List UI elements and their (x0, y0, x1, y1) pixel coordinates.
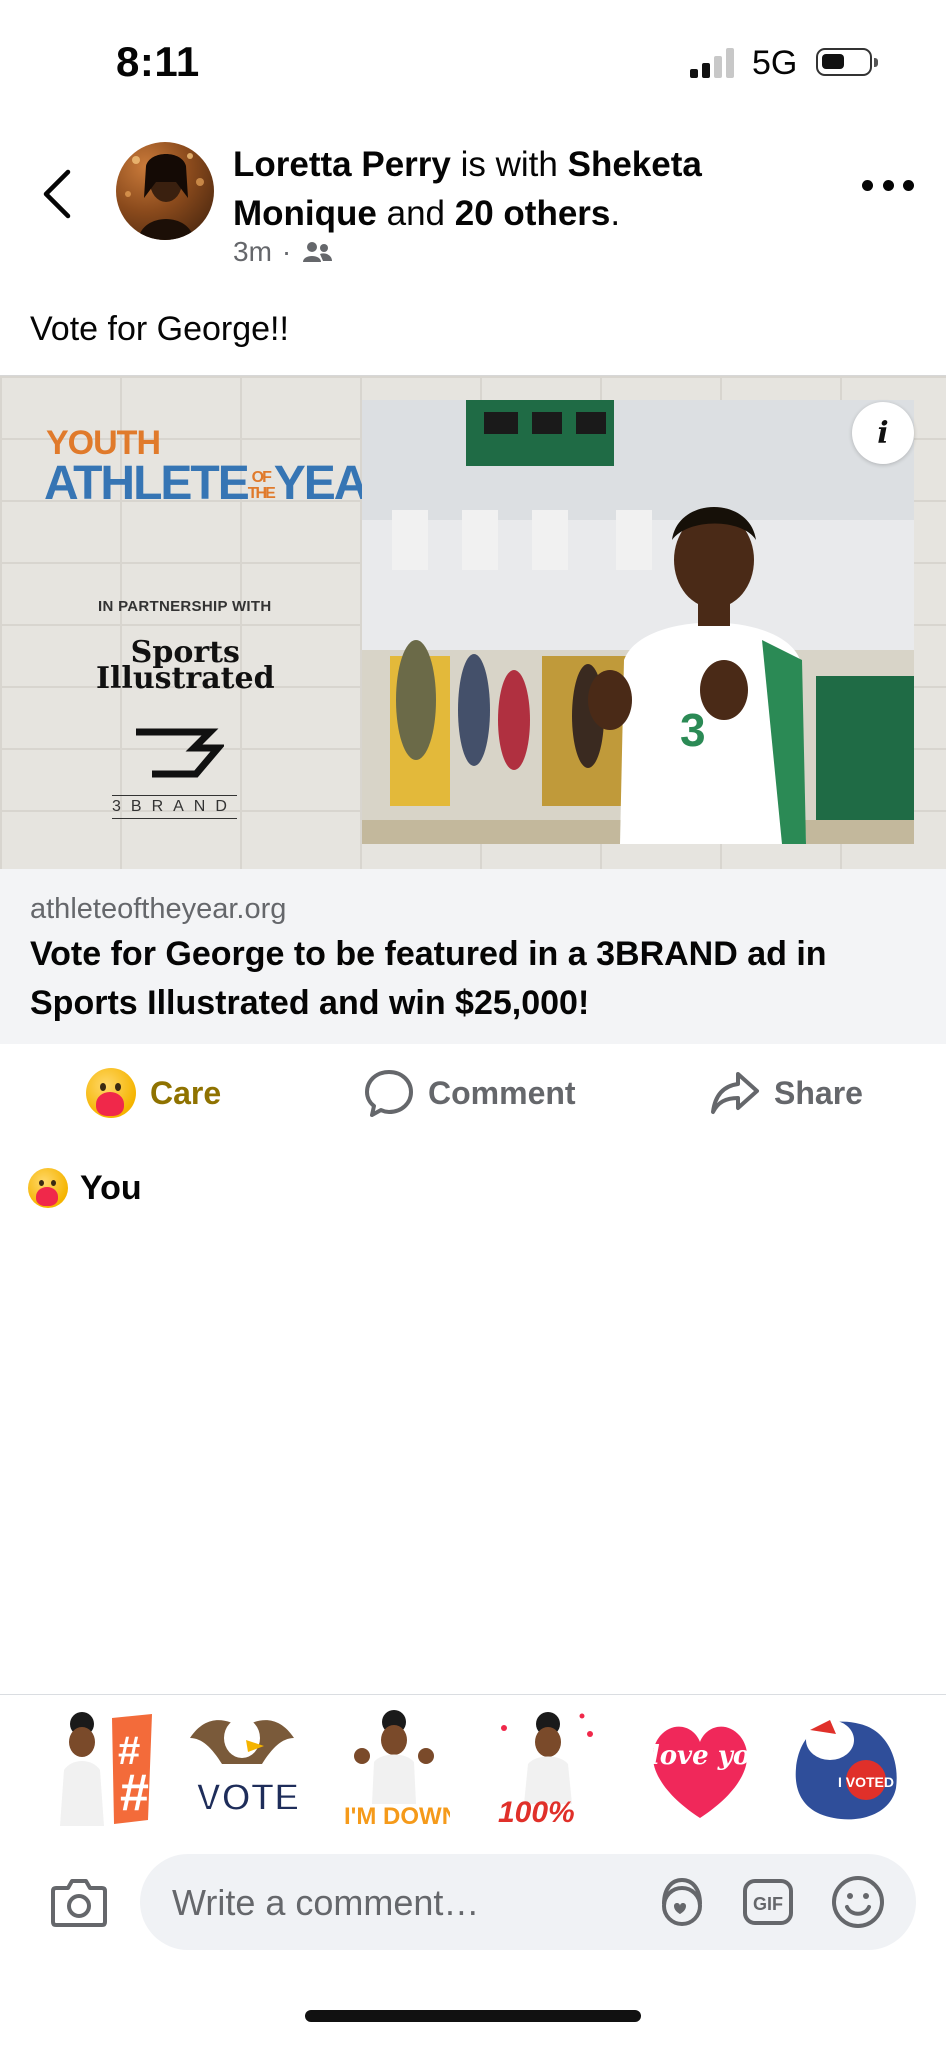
divider (0, 1694, 946, 1695)
share-label: Share (774, 1074, 863, 1111)
sticker-im-down[interactable]: I'M DOWN! (338, 1708, 450, 1828)
care-label: Care (150, 1074, 222, 1111)
svg-text:I'M DOWN!: I'M DOWN! (344, 1803, 450, 1828)
more-options-icon[interactable] (862, 180, 914, 194)
comment-input[interactable] (170, 1854, 644, 1952)
home-indicator[interactable] (305, 2010, 641, 2022)
care-emoji-icon (28, 1168, 68, 1208)
status-time: 8:11 (116, 38, 200, 85)
sticker-100-percent[interactable]: 100% (490, 1708, 602, 1828)
sports-illustrated-logo: Sports Illustrated (96, 635, 275, 696)
comment-box[interactable]: GIF (140, 1854, 916, 1952)
sticker-i-voted-eagle[interactable]: I VOTED (790, 1708, 902, 1828)
link-domain: athleteoftheyear.org (30, 893, 287, 925)
reactions-summary[interactable]: You (28, 1168, 142, 1208)
author-name[interactable]: Loretta Perry (233, 145, 451, 184)
info-icon[interactable]: i (852, 402, 914, 464)
avatar-sticker-icon[interactable] (654, 1874, 710, 1930)
comment-label: Comment (428, 1074, 576, 1111)
link-headline[interactable]: Vote for George to be featured in a 3BRA… (30, 930, 910, 1028)
svg-text:100%: 100% (498, 1796, 575, 1828)
share-button[interactable]: Share (710, 1068, 863, 1118)
post-meta: 3m · (233, 236, 333, 268)
back-chevron-icon[interactable] (38, 168, 78, 220)
partnership-label: IN PARTNERSHIP WITH (98, 598, 272, 615)
comment-button[interactable]: Comment (364, 1068, 576, 1118)
sticker-vote-eagle[interactable]: VOTE! (186, 1708, 298, 1828)
comment-bubble-icon (365, 1070, 413, 1117)
3brand-logo-icon (136, 728, 224, 778)
post-text: Vote for George!! (30, 310, 289, 348)
athlete-of-the-year-logo: ATHLETE OF THEYEAR (44, 457, 401, 510)
others-link[interactable]: 20 others (455, 194, 611, 233)
and-text: and (386, 194, 446, 233)
reactor-name: You (80, 1168, 142, 1207)
svg-text:#1: #1 (120, 1764, 160, 1822)
share-arrow-icon (711, 1072, 759, 1114)
svg-text:I VOTED: I VOTED (838, 1774, 894, 1790)
battery-icon (816, 48, 878, 76)
sticker-number-one[interactable]: # #1 (48, 1708, 160, 1828)
svg-text:GIF: GIF (753, 1894, 783, 1914)
athlete-photo: 3 (362, 400, 914, 844)
camera-icon[interactable] (50, 1876, 108, 1928)
author-avatar[interactable] (116, 142, 214, 240)
gif-icon[interactable]: GIF (740, 1874, 796, 1930)
post-timestamp[interactable]: 3m (233, 236, 272, 268)
network-label: 5G (752, 44, 798, 82)
svg-text:VOTE!: VOTE! (196, 1777, 298, 1819)
post-author-line: Loretta Perry is with Sheketa Monique an… (233, 145, 702, 233)
care-emoji-icon (86, 1068, 136, 1118)
svg-text:i love you: i love you (644, 1741, 756, 1771)
with-text: is with (460, 145, 558, 184)
emoji-icon[interactable] (830, 1874, 886, 1930)
sticker-i-love-you[interactable]: i love you (644, 1708, 756, 1828)
svg-text:3: 3 (680, 704, 706, 756)
3brand-label: 3BRAND (112, 795, 237, 819)
care-reaction-button[interactable]: Care (86, 1068, 221, 1118)
friends-icon (303, 242, 333, 262)
signal-icon (690, 48, 738, 78)
